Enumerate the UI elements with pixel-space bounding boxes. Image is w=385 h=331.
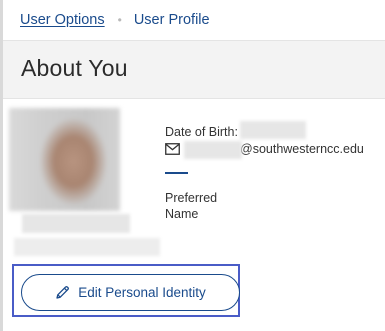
section-divider bbox=[165, 172, 188, 174]
envelope-icon bbox=[165, 143, 180, 155]
breadcrumb-separator: • bbox=[117, 13, 122, 27]
avatar bbox=[9, 108, 120, 211]
breadcrumb: User Options • User Profile bbox=[20, 10, 210, 30]
redacted-email-username bbox=[184, 141, 242, 159]
email-domain: @southwesterncc.edu bbox=[240, 142, 364, 156]
redacted-name-line-2 bbox=[14, 238, 160, 256]
redacted-name-line-1 bbox=[22, 214, 130, 233]
breadcrumb-user-options-link[interactable]: User Options bbox=[20, 12, 105, 28]
edit-personal-identity-label: Edit Personal Identity bbox=[78, 285, 206, 300]
page-header: About You bbox=[3, 40, 385, 99]
preferred-name-label: Preferred Name bbox=[165, 191, 218, 221]
pencil-icon bbox=[55, 285, 70, 300]
redacted-date-of-birth bbox=[240, 121, 306, 139]
edit-personal-identity-button[interactable]: Edit Personal Identity bbox=[21, 274, 240, 311]
page-title: About You bbox=[21, 55, 128, 81]
breadcrumb-user-profile: User Profile bbox=[133, 12, 210, 28]
date-of-birth-label: Date of Birth: bbox=[165, 125, 238, 139]
